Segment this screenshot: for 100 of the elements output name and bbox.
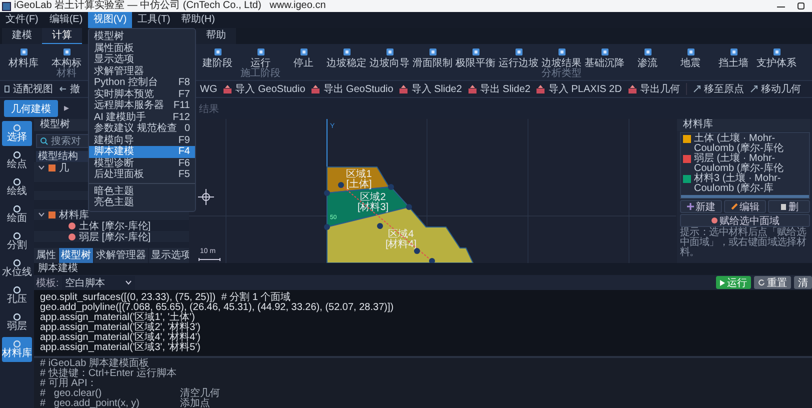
tool-icon[interactable] <box>600 48 608 56</box>
material-button[interactable]: 删 <box>768 200 810 213</box>
tool-icon[interactable] <box>644 48 652 56</box>
tool-button[interactable]: 选择 <box>2 121 32 146</box>
toolbar-button[interactable]: 导出几何 <box>628 82 680 96</box>
ribbon-tab[interactable]: 建模 <box>2 28 42 44</box>
material-button[interactable]: 编辑 <box>724 200 766 213</box>
toolbar-button[interactable]: 导入 PLAXIS 2D <box>536 82 622 96</box>
menu-item[interactable]: 工具(T) <box>132 12 176 28</box>
ribbon-button-label[interactable]: 运行 <box>250 58 270 69</box>
tool-icon[interactable] <box>428 48 436 56</box>
vertex[interactable] <box>414 248 420 254</box>
tool-button[interactable]: 水位线 <box>2 256 32 281</box>
ribbon-button-label[interactable]: 支护体系 <box>756 58 796 69</box>
ribbon-tab[interactable]: 计算 <box>42 28 82 44</box>
restore-icon[interactable] <box>796 1 806 11</box>
ribbon-button-label[interactable]: 边坡结果 <box>542 58 582 69</box>
menu-item[interactable]: 亮色主题 <box>89 197 195 208</box>
tree-item[interactable]: 土体 [摩尔-库伦] <box>79 218 151 232</box>
vertex[interactable] <box>377 223 383 229</box>
ribbon-button-label[interactable]: 材料库 <box>8 58 38 69</box>
vertex[interactable] <box>338 182 344 188</box>
menu-item[interactable]: Python 控制台 F8 <box>89 77 195 88</box>
tool-button[interactable]: 绘面 <box>2 202 32 227</box>
tool-icon[interactable] <box>214 48 222 56</box>
assign-button[interactable]: 赋给选中面域 <box>680 214 810 227</box>
ribbon-button-label[interactable]: 边坡向导 <box>370 58 410 69</box>
menu-item[interactable]: 文件(F) <box>0 12 44 28</box>
scrollbar[interactable] <box>681 195 809 198</box>
menu-item[interactable]: 帮助(H) <box>176 12 220 28</box>
vertex[interactable] <box>388 184 394 190</box>
tool-button[interactable]: 材料库 <box>2 337 32 362</box>
caret-icon[interactable] <box>38 164 45 171</box>
vertex[interactable] <box>324 224 330 230</box>
toolbar-button[interactable]: 撤 <box>59 82 80 96</box>
tool-icon[interactable] <box>62 48 70 56</box>
tool-button[interactable]: 绘点 <box>2 148 32 173</box>
ribbon-button-label[interactable]: 地震 <box>680 58 700 69</box>
menu-item[interactable]: 编辑(E) <box>44 12 88 28</box>
tool-icon[interactable] <box>472 48 480 56</box>
ribbon-button-label[interactable]: 渗流 <box>638 58 658 69</box>
vertex[interactable] <box>324 190 330 196</box>
menu-item[interactable]: 求解管理器 <box>89 66 195 77</box>
tool-icon[interactable] <box>342 48 350 56</box>
tool-icon[interactable] <box>686 48 694 56</box>
material-item[interactable]: 弱层 (土壤 · Mohr-Coulomb (摩尔-库伦 <box>694 154 807 174</box>
material-item[interactable]: 土体 (土壤 · Mohr-Coulomb (摩尔-库伦 <box>694 134 807 154</box>
material-item[interactable]: 材料3 (土壤 · Mohr-Coulomb (摩尔-库 <box>694 174 807 194</box>
tree-item[interactable]: 几 <box>59 160 69 174</box>
menu-item[interactable]: 视图(V) <box>88 12 132 28</box>
ribbon-button-label[interactable]: 本构标 <box>52 58 82 69</box>
tool-icon[interactable] <box>256 48 264 56</box>
tool-icon[interactable] <box>772 48 780 56</box>
ribbon-button-label[interactable]: 极限平衡 <box>456 58 496 69</box>
tool-icon[interactable] <box>386 48 394 56</box>
expand-arrow[interactable]: ▸ <box>64 103 70 114</box>
ribbon-tab[interactable]: 帮助 <box>196 28 236 44</box>
ribbon-button-label[interactable]: 基础沉降 <box>584 58 624 69</box>
ribbon-button-label[interactable]: 滑面限制 <box>412 58 452 69</box>
tool-icon[interactable] <box>558 48 566 56</box>
panel-tab[interactable]: 模型树 <box>59 248 93 263</box>
toolbar-button[interactable]: 适配视图 <box>4 82 53 96</box>
caret-icon[interactable] <box>38 211 45 218</box>
tool-button[interactable]: 分割 <box>2 229 32 254</box>
menu-item[interactable]: 脚本建模 F4 <box>89 146 195 158</box>
tool-button[interactable]: 弱层 <box>2 310 32 335</box>
tool-button[interactable]: 绘线 <box>2 175 32 200</box>
tool-icon[interactable] <box>20 48 28 56</box>
toolbar-button[interactable]: 移至原点 <box>692 82 744 96</box>
panel-tab[interactable]: 属性 <box>34 248 58 263</box>
ribbon-button-label[interactable]: 挡土墙 <box>718 58 748 69</box>
menu-item[interactable]: 显示选项 <box>89 54 195 66</box>
menu-item[interactable]: 实时脚本预览 F7 <box>89 88 195 100</box>
toolbar-button[interactable]: 导入 Slide2 <box>399 82 462 96</box>
ribbon-button-label[interactable]: 建阶段 <box>202 58 232 69</box>
menu-item[interactable]: 后处理面板 F5 <box>89 169 195 180</box>
tool-button[interactable]: 孔压 <box>2 283 32 308</box>
material-button[interactable]: 新建 <box>680 200 722 213</box>
tool-icon[interactable] <box>730 48 738 56</box>
toolbar-button[interactable]: 导出 GeoStudio <box>311 82 394 96</box>
toolbar-button[interactable]: 移动几何 <box>750 82 801 96</box>
ribbon-button-label[interactable]: 停止 <box>294 58 314 69</box>
ribbon-button-label[interactable]: 边坡稳定 <box>326 58 366 69</box>
panel-tab[interactable]: 求解管理器 <box>94 248 148 263</box>
vertex[interactable] <box>429 258 435 263</box>
geometry-modeling-button[interactable]: 几何建模 <box>4 100 58 117</box>
toolbar-button[interactable]: 导出 Slide2 <box>468 82 530 96</box>
menu-item[interactable]: 暗色主题 <box>89 186 195 197</box>
menu-item[interactable]: 模型树 <box>89 31 195 42</box>
vertex[interactable] <box>406 204 412 210</box>
tool-icon[interactable] <box>300 48 308 56</box>
menu-item[interactable]: 属性面板 <box>89 42 195 54</box>
menu-item[interactable]: 建模向导 F9 <box>89 134 195 146</box>
toolbar-button[interactable]: WG <box>200 84 218 94</box>
ribbon-button-label[interactable]: 运行边坡 <box>498 58 538 69</box>
toolbar-button[interactable]: 导入 GeoStudio <box>223 82 306 96</box>
script-button[interactable]: 重置 <box>754 276 791 289</box>
script-button[interactable]: 清 <box>794 276 812 289</box>
menu-item[interactable]: 远程脚本服务器 F11 <box>89 100 195 112</box>
tool-icon[interactable] <box>514 48 522 56</box>
